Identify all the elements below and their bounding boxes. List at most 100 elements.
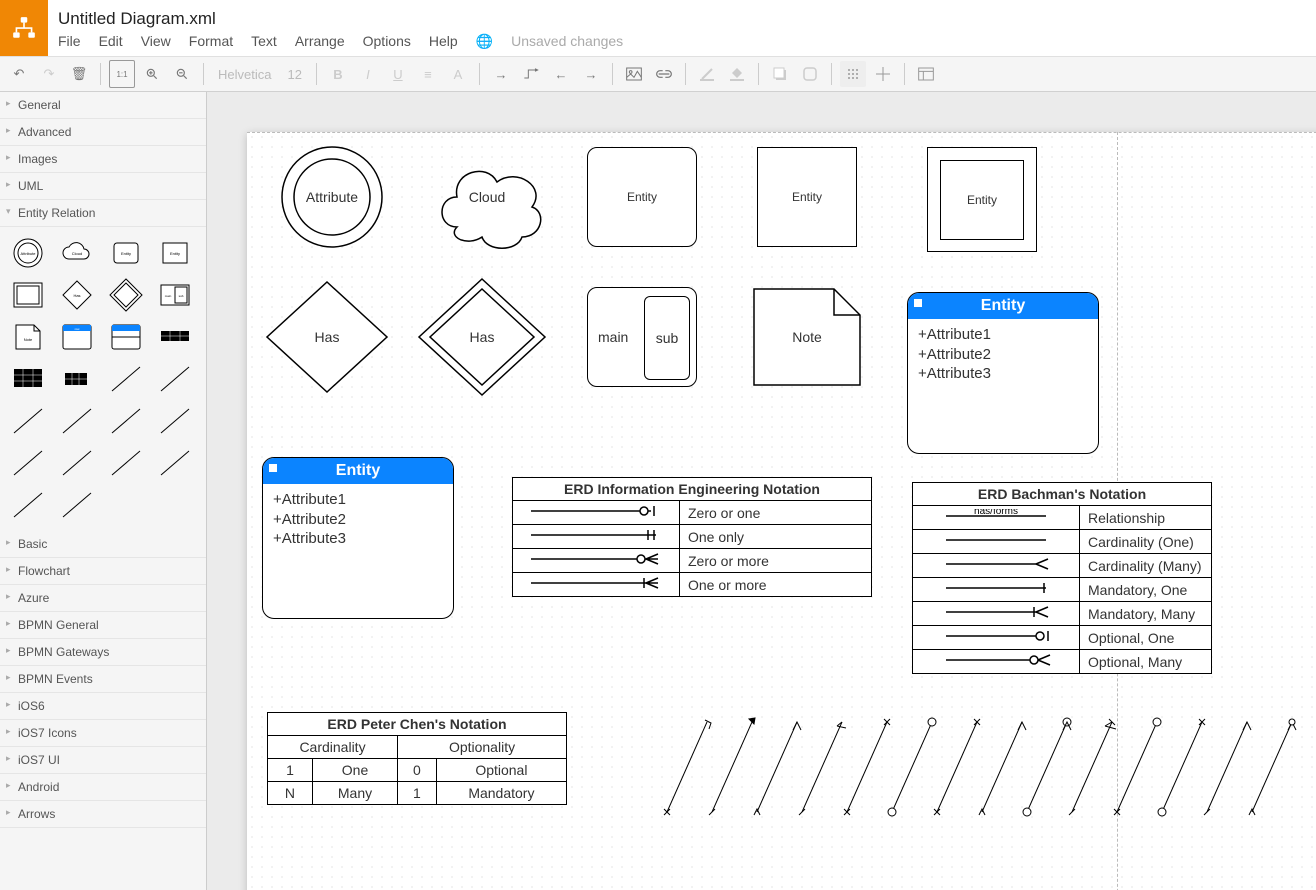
palette-line-5[interactable] [104,401,148,441]
menu-text[interactable]: Text [251,33,277,50]
palette-attribute[interactable]: Attribute [6,233,50,273]
svg-text:Entity: Entity [170,251,180,256]
menu-help[interactable]: Help [429,33,458,50]
guides-button[interactable] [870,61,896,87]
canvas-area[interactable]: Attribute Cloud Entity Entity Entity Has… [207,92,1316,890]
sidebar-item-general[interactable]: General [0,92,206,119]
palette-row-dark[interactable] [153,317,197,357]
menu-file[interactable]: File [58,33,81,50]
menu-options[interactable]: Options [363,33,411,50]
menu-view[interactable]: View [141,33,171,50]
palette-line-12[interactable] [55,485,99,525]
sidebar-item-arrows[interactable]: Arrows [0,801,206,828]
sidebar-item-ios7-ui[interactable]: iOS7 UI [0,747,206,774]
palette-line-10[interactable] [153,443,197,483]
zoom-fit-button[interactable]: 1:1 [109,60,135,88]
sidebar-item-ios6[interactable]: iOS6 [0,693,206,720]
palette-line-7[interactable] [6,443,50,483]
shape-has-double-diamond[interactable] [417,277,547,397]
sidebar-item-bpmn-general[interactable]: BPMN General [0,612,206,639]
table-erd-ie[interactable]: ERD Information Engineering Notation Zer… [512,477,872,597]
menu-arrange[interactable]: Arrange [295,33,345,50]
entity-attr: +Attribute3 [918,364,1088,384]
palette-has[interactable]: Has [55,275,99,315]
document-title[interactable]: Untitled Diagram.xml [58,9,623,29]
shape-attribute-double-circle[interactable] [277,142,387,252]
layout-button[interactable] [913,61,939,87]
sidebar-item-azure[interactable]: Azure [0,585,206,612]
shape-sub: sub [644,296,690,380]
delete-button[interactable]: 🗑 [66,61,92,87]
page-guide [247,132,1316,133]
shape-entity-square[interactable]: Entity [757,147,857,247]
palette-line-11[interactable] [6,485,50,525]
arrow-end-icon[interactable]: → [578,61,604,87]
italic-button[interactable]: I [355,61,381,87]
palette-entity-rounded[interactable]: Entity [104,233,148,273]
zoom-in-button[interactable] [139,61,165,87]
palette-entity-table-blue[interactable]: row [55,317,99,357]
menu-edit[interactable]: Edit [99,33,123,50]
sidebar-item-bpmn-gateways[interactable]: BPMN Gateways [0,639,206,666]
shadow-button[interactable] [767,61,793,87]
waypoint-icon[interactable] [518,61,544,87]
palette-line-6[interactable] [153,401,197,441]
palette-entity-table2[interactable] [104,317,148,357]
link-icon[interactable] [651,61,677,87]
shape-note[interactable] [752,287,862,387]
sidebar-item-basic[interactable]: Basic [0,531,206,558]
palette-mainsub[interactable]: mainsub [153,275,197,315]
palette-line-2[interactable] [153,359,197,399]
underline-button[interactable]: U [385,61,411,87]
sidebar-item-ios7-icons[interactable]: iOS7 Icons [0,720,206,747]
palette-line-3[interactable] [6,401,50,441]
table-erd-chen[interactable]: ERD Peter Chen's Notation CardinalityOpt… [267,712,567,805]
shape-entity-double-outer[interactable]: Entity [927,147,1037,252]
palette-entity-double[interactable] [6,275,50,315]
connector-lines[interactable] [647,712,1297,832]
font-color-button[interactable]: A [445,61,471,87]
sidebar-item-advanced[interactable]: Advanced [0,119,206,146]
palette-line-4[interactable] [55,401,99,441]
undo-button[interactable]: ↶ [6,61,32,87]
sidebar-item-android[interactable]: Android [0,774,206,801]
palette-table-small-dark[interactable] [55,359,99,399]
sidebar-item-entity-relation[interactable]: Entity Relation [0,200,206,227]
palette-cloud[interactable]: Cloud [55,233,99,273]
table-erd-bachman[interactable]: ERD Bachman's Notation has/formsRelation… [912,482,1212,674]
palette-has-double[interactable] [104,275,148,315]
shape-cloud[interactable] [427,147,547,247]
arrow-left-icon[interactable]: ← [548,61,574,87]
redo-button[interactable]: ↷ [36,61,62,87]
palette-note[interactable]: Note [6,317,50,357]
font-size-select[interactable]: 12 [281,67,307,82]
erd-ie-title: ERD Information Engineering Notation [513,478,872,501]
fill-color-button[interactable] [724,61,750,87]
zoom-out-button[interactable] [169,61,195,87]
palette-table-dark[interactable] [6,359,50,399]
shape-entity-card-1[interactable]: Entity +Attribute1 +Attribute2 +Attribut… [907,292,1099,454]
rounded-button[interactable] [797,61,823,87]
menu-format[interactable]: Format [189,33,233,50]
shape-has-diamond[interactable] [262,277,392,397]
shape-main-sub[interactable]: main sub [587,287,697,387]
shape-entity-card-2[interactable]: Entity +Attribute1 +Attribute2 +Attribut… [262,457,454,619]
globe-icon[interactable]: 🌐 [476,33,493,50]
line-color-button[interactable] [694,61,720,87]
grid-dots-button[interactable] [840,61,866,87]
sidebar-item-images[interactable]: Images [0,146,206,173]
canvas[interactable]: Attribute Cloud Entity Entity Entity Has… [247,132,1316,890]
palette-line-9[interactable] [104,443,148,483]
image-icon[interactable] [621,61,647,87]
sidebar-item-flowchart[interactable]: Flowchart [0,558,206,585]
palette-entity-square[interactable]: Entity [153,233,197,273]
palette-line-1[interactable] [104,359,148,399]
align-button[interactable]: ≡ [415,61,441,87]
sidebar-item-uml[interactable]: UML [0,173,206,200]
bold-button[interactable]: B [325,61,351,87]
shape-entity-rounded[interactable]: Entity [587,147,697,247]
sidebar-item-bpmn-events[interactable]: BPMN Events [0,666,206,693]
font-family-select[interactable]: Helvetica [212,67,277,82]
palette-line-8[interactable] [55,443,99,483]
arrow-right-icon[interactable]: → [488,61,514,87]
